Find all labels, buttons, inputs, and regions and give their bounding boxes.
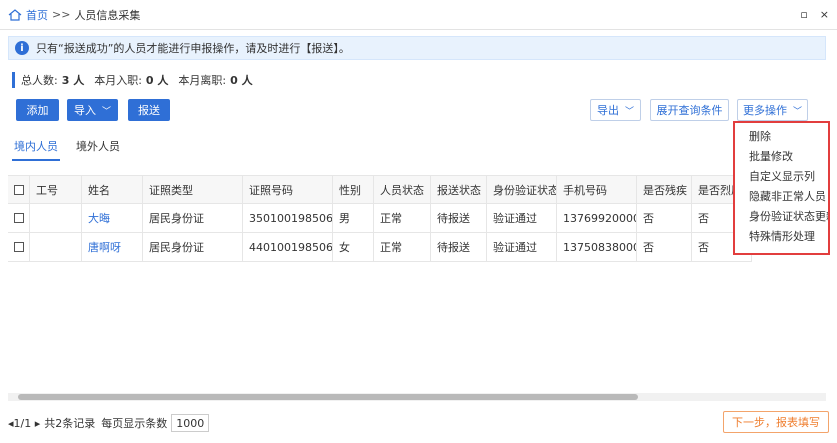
select-all-cell	[8, 176, 30, 203]
column-header[interactable]: 证照号码	[243, 176, 333, 203]
pagination: ◂1/1 ▸ 共2条记录 每页显示条数 1000	[8, 414, 210, 432]
cell-submit-status: 待报送	[431, 204, 487, 232]
column-header[interactable]: 是否残疾	[637, 176, 692, 203]
info-icon: i	[15, 41, 29, 55]
cell-employee-id	[30, 204, 82, 232]
cell-disabled: 否	[637, 204, 692, 232]
in-label: 本月入职:	[94, 74, 142, 87]
cell-id-type: 居民身份证	[143, 233, 243, 261]
cell-name-link[interactable]: 大晦	[82, 204, 143, 232]
home-icon[interactable]	[8, 8, 22, 22]
total-label: 总人数:	[21, 74, 58, 87]
out-label: 本月离职:	[178, 74, 227, 87]
column-header[interactable]: 姓名	[82, 176, 143, 203]
export-button[interactable]: 导出 ﹀	[590, 99, 641, 121]
scrollbar-thumb[interactable]	[18, 394, 638, 400]
export-label: 导出	[596, 104, 619, 117]
column-header[interactable]: 身份验证状态	[487, 176, 557, 203]
select-all-checkbox[interactable]	[14, 184, 24, 195]
tab-overseas[interactable]: 境外人员	[74, 136, 122, 161]
column-header[interactable]: 人员状态	[374, 176, 431, 203]
horizontal-scrollbar[interactable]	[8, 393, 826, 401]
import-button[interactable]: 导入 ﹀	[67, 99, 118, 121]
chevron-down-icon: ﹀	[101, 106, 111, 117]
row-select-cell	[8, 204, 30, 232]
record-count: 共2条记录	[44, 417, 96, 430]
stats-bar: 总人数: 3 人 本月入职: 0 人 本月离职: 0 人	[12, 72, 263, 88]
menu-item-custom-columns[interactable]: 自定义显示列	[735, 167, 828, 187]
total-value: 3 人	[61, 74, 85, 87]
title-bar: 首页 >> 人员信息采集 ▫ ×	[0, 0, 837, 30]
close-icon[interactable]: ×	[820, 8, 829, 21]
page-size-input[interactable]: 1000	[171, 414, 210, 432]
cell-submit-status: 待报送	[431, 233, 487, 261]
column-header[interactable]: 证照类型	[143, 176, 243, 203]
cell-gender: 女	[333, 233, 374, 261]
cell-employee-id	[30, 233, 82, 261]
cell-id-number: 350100198506...	[243, 204, 333, 232]
row-checkbox[interactable]	[14, 242, 24, 252]
breadcrumb-home[interactable]: 首页	[26, 7, 48, 23]
cell-verify-status: 验证通过	[487, 204, 557, 232]
out-value: 0 人	[230, 74, 253, 87]
table-row[interactable]: 唐啊呀 居民身份证 440100198506... 女 正常 待报送 验证通过 …	[8, 233, 752, 262]
menu-item-batch-edit[interactable]: 批量修改	[735, 147, 828, 167]
cell-phone: 13750838000	[557, 233, 637, 261]
cell-verify-status: 验证通过	[487, 233, 557, 261]
chevron-down-icon: ﹀	[792, 106, 802, 117]
more-actions-button[interactable]: 更多操作 ﹀	[737, 99, 808, 121]
cell-person-status: 正常	[374, 204, 431, 232]
in-value: 0 人	[145, 74, 169, 87]
menu-item-verify-update[interactable]: 身份验证状态更新	[735, 207, 828, 227]
pager-arrows[interactable]: ◂1/1 ▸	[8, 417, 40, 430]
column-header[interactable]: 性别	[333, 176, 374, 203]
breadcrumb-current: 人员信息采集	[74, 8, 141, 22]
row-checkbox[interactable]	[14, 213, 24, 223]
cell-phone: 13769920000	[557, 204, 637, 232]
more-actions-menu: 删除 批量修改 自定义显示列 隐藏非正常人员 身份验证状态更新 特殊情形处理	[733, 121, 830, 255]
submit-button[interactable]: 报送	[128, 99, 170, 121]
chevron-down-icon: ﹀	[624, 106, 634, 117]
cell-id-type: 居民身份证	[143, 204, 243, 232]
table-row[interactable]: 大晦 居民身份证 350100198506... 男 正常 待报送 验证通过 1…	[8, 204, 752, 233]
cell-person-status: 正常	[374, 233, 431, 261]
row-select-cell	[8, 233, 30, 261]
column-header[interactable]: 工号	[30, 176, 82, 203]
cell-disabled: 否	[637, 233, 692, 261]
tab-bar: 境内人员 境外人员	[12, 136, 122, 161]
breadcrumb-separator: >>	[52, 8, 71, 21]
import-label: 导入	[73, 104, 96, 117]
add-button[interactable]: 添加	[16, 99, 59, 121]
restore-icon[interactable]: ▫	[800, 8, 807, 21]
next-step-button[interactable]: 下一步，报表填写	[723, 411, 829, 433]
column-header[interactable]: 手机号码	[557, 176, 637, 203]
cell-name-link[interactable]: 唐啊呀	[82, 233, 143, 261]
cell-id-number: 440100198506...	[243, 233, 333, 261]
tab-domestic[interactable]: 境内人员	[12, 136, 60, 161]
column-header[interactable]: 报送状态	[431, 176, 487, 203]
notice-bar: i 只有“报送成功”的人员才能进行申报操作，请及时进行【报送】。	[8, 36, 826, 60]
table-header: 工号 姓名 证照类型 证照号码 性别 人员状态 报送状态 身份验证状态 手机号码…	[8, 175, 752, 204]
page-size-label: 每页显示条数	[101, 417, 168, 430]
cell-gender: 男	[333, 204, 374, 232]
menu-item-special-case[interactable]: 特殊情形处理	[735, 227, 828, 247]
menu-item-delete[interactable]: 删除	[735, 127, 828, 147]
more-label: 更多操作	[742, 104, 787, 117]
menu-item-hide-abnormal[interactable]: 隐藏非正常人员	[735, 187, 828, 207]
expand-filter-button[interactable]: 展开查询条件	[650, 99, 729, 121]
person-table: 工号 姓名 证照类型 证照号码 性别 人员状态 报送状态 身份验证状态 手机号码…	[8, 175, 752, 262]
notice-text: 只有“报送成功”的人员才能进行申报操作，请及时进行【报送】。	[36, 42, 350, 55]
